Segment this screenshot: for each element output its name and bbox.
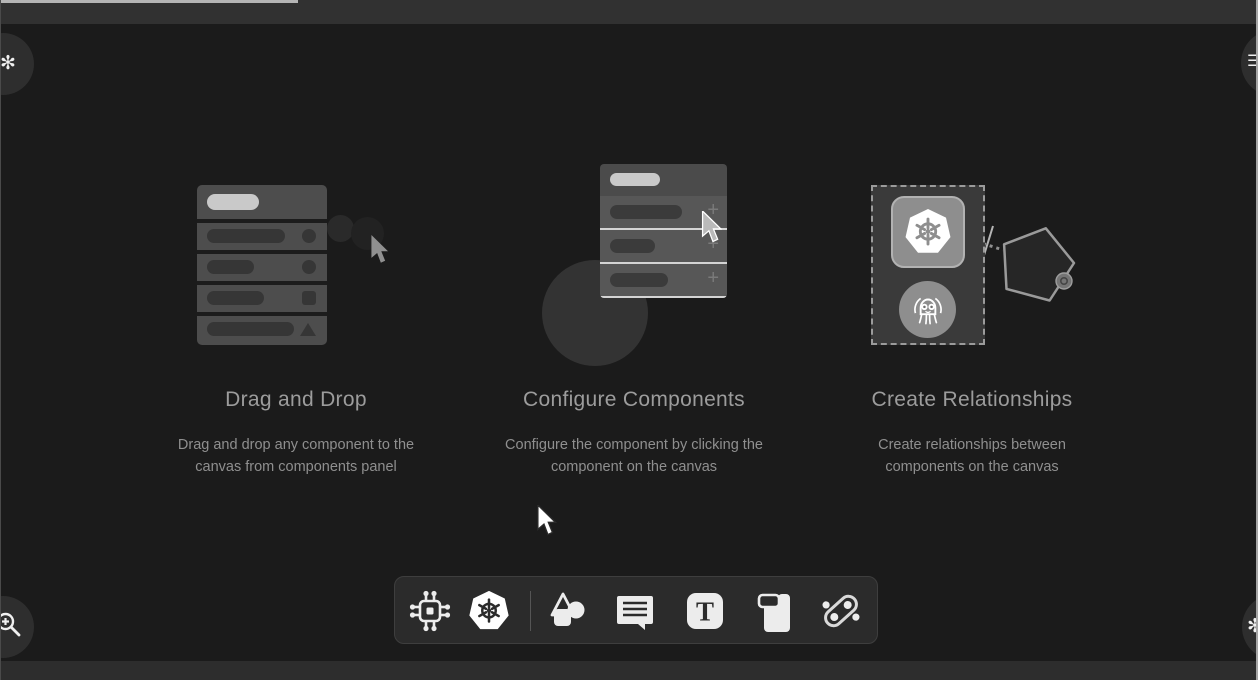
cursor-icon <box>701 211 723 244</box>
edge-gear-handle <box>1056 273 1072 289</box>
panel-title-pill <box>610 173 660 186</box>
note-tool-button[interactable] <box>752 589 796 633</box>
circle-shape <box>302 260 316 274</box>
squid-node <box>899 281 956 338</box>
card-title: Drag and Drop <box>127 388 465 412</box>
circle-shape <box>302 229 316 243</box>
fab-top-left[interactable]: ✻ <box>0 33 34 95</box>
card-description: Drag and drop any component to the canva… <box>165 434 427 478</box>
flower-icon: ✻ <box>0 54 16 73</box>
progress-line <box>1 0 298 3</box>
top-bar <box>1 0 1258 24</box>
onboarding-cards: Drag and Drop Drag and drop any componen… <box>127 155 1143 478</box>
components-icon <box>408 589 452 633</box>
card-description: Configure the component by clicking the … <box>486 434 782 478</box>
fab-bottom-left[interactable] <box>0 596 34 658</box>
svg-text:T: T <box>696 597 714 627</box>
drag-and-drop-illustration <box>127 155 465 370</box>
plus-icon: + <box>707 267 719 290</box>
relationship-icon <box>819 589 863 633</box>
cursor-icon <box>370 235 390 265</box>
squid-icon <box>907 289 949 331</box>
toolbar-divider <box>530 591 531 631</box>
panel-title-pill <box>207 194 259 210</box>
mouse-pointer <box>536 505 558 537</box>
zoom-in-icon <box>0 611 22 638</box>
create-relationships-illustration <box>803 155 1141 370</box>
card-title: Create Relationships <box>803 388 1141 412</box>
canvas-toolbar: T <box>394 576 878 644</box>
text-icon: T <box>683 589 727 633</box>
card-drag-and-drop: Drag and Drop Drag and drop any componen… <box>127 155 465 478</box>
configure-components-illustration: + + + <box>465 155 803 370</box>
bottom-bar <box>1 661 1258 680</box>
relationship-tool-button[interactable] <box>819 589 863 633</box>
kubernetes-icon <box>904 208 952 256</box>
shapes-tool-button[interactable] <box>546 589 590 633</box>
triangle-shape <box>300 323 316 336</box>
square-shape <box>302 291 316 305</box>
note-icon <box>752 589 796 633</box>
components-panel-graphic <box>197 185 327 345</box>
components-tool-button[interactable] <box>408 589 452 633</box>
selection-dashed-box <box>871 185 985 345</box>
kubernetes-tool-button[interactable] <box>467 589 511 633</box>
card-description: Create relationships between components … <box>867 434 1077 478</box>
comment-icon <box>613 589 657 633</box>
app-window: ✻ ☰ ✻ <box>0 0 1258 680</box>
comment-tool-button[interactable] <box>613 589 657 633</box>
kubernetes-node <box>891 196 965 268</box>
card-configure-components: + + + Configure Components Configure the… <box>465 155 803 478</box>
shapes-icon <box>546 589 590 633</box>
text-tool-button[interactable]: T <box>683 589 727 633</box>
drag-ghost-circle <box>327 215 354 242</box>
card-title: Configure Components <box>465 388 803 412</box>
kubernetes-icon <box>468 590 510 632</box>
card-create-relationships: Create Relationships Create relationship… <box>803 155 1141 478</box>
